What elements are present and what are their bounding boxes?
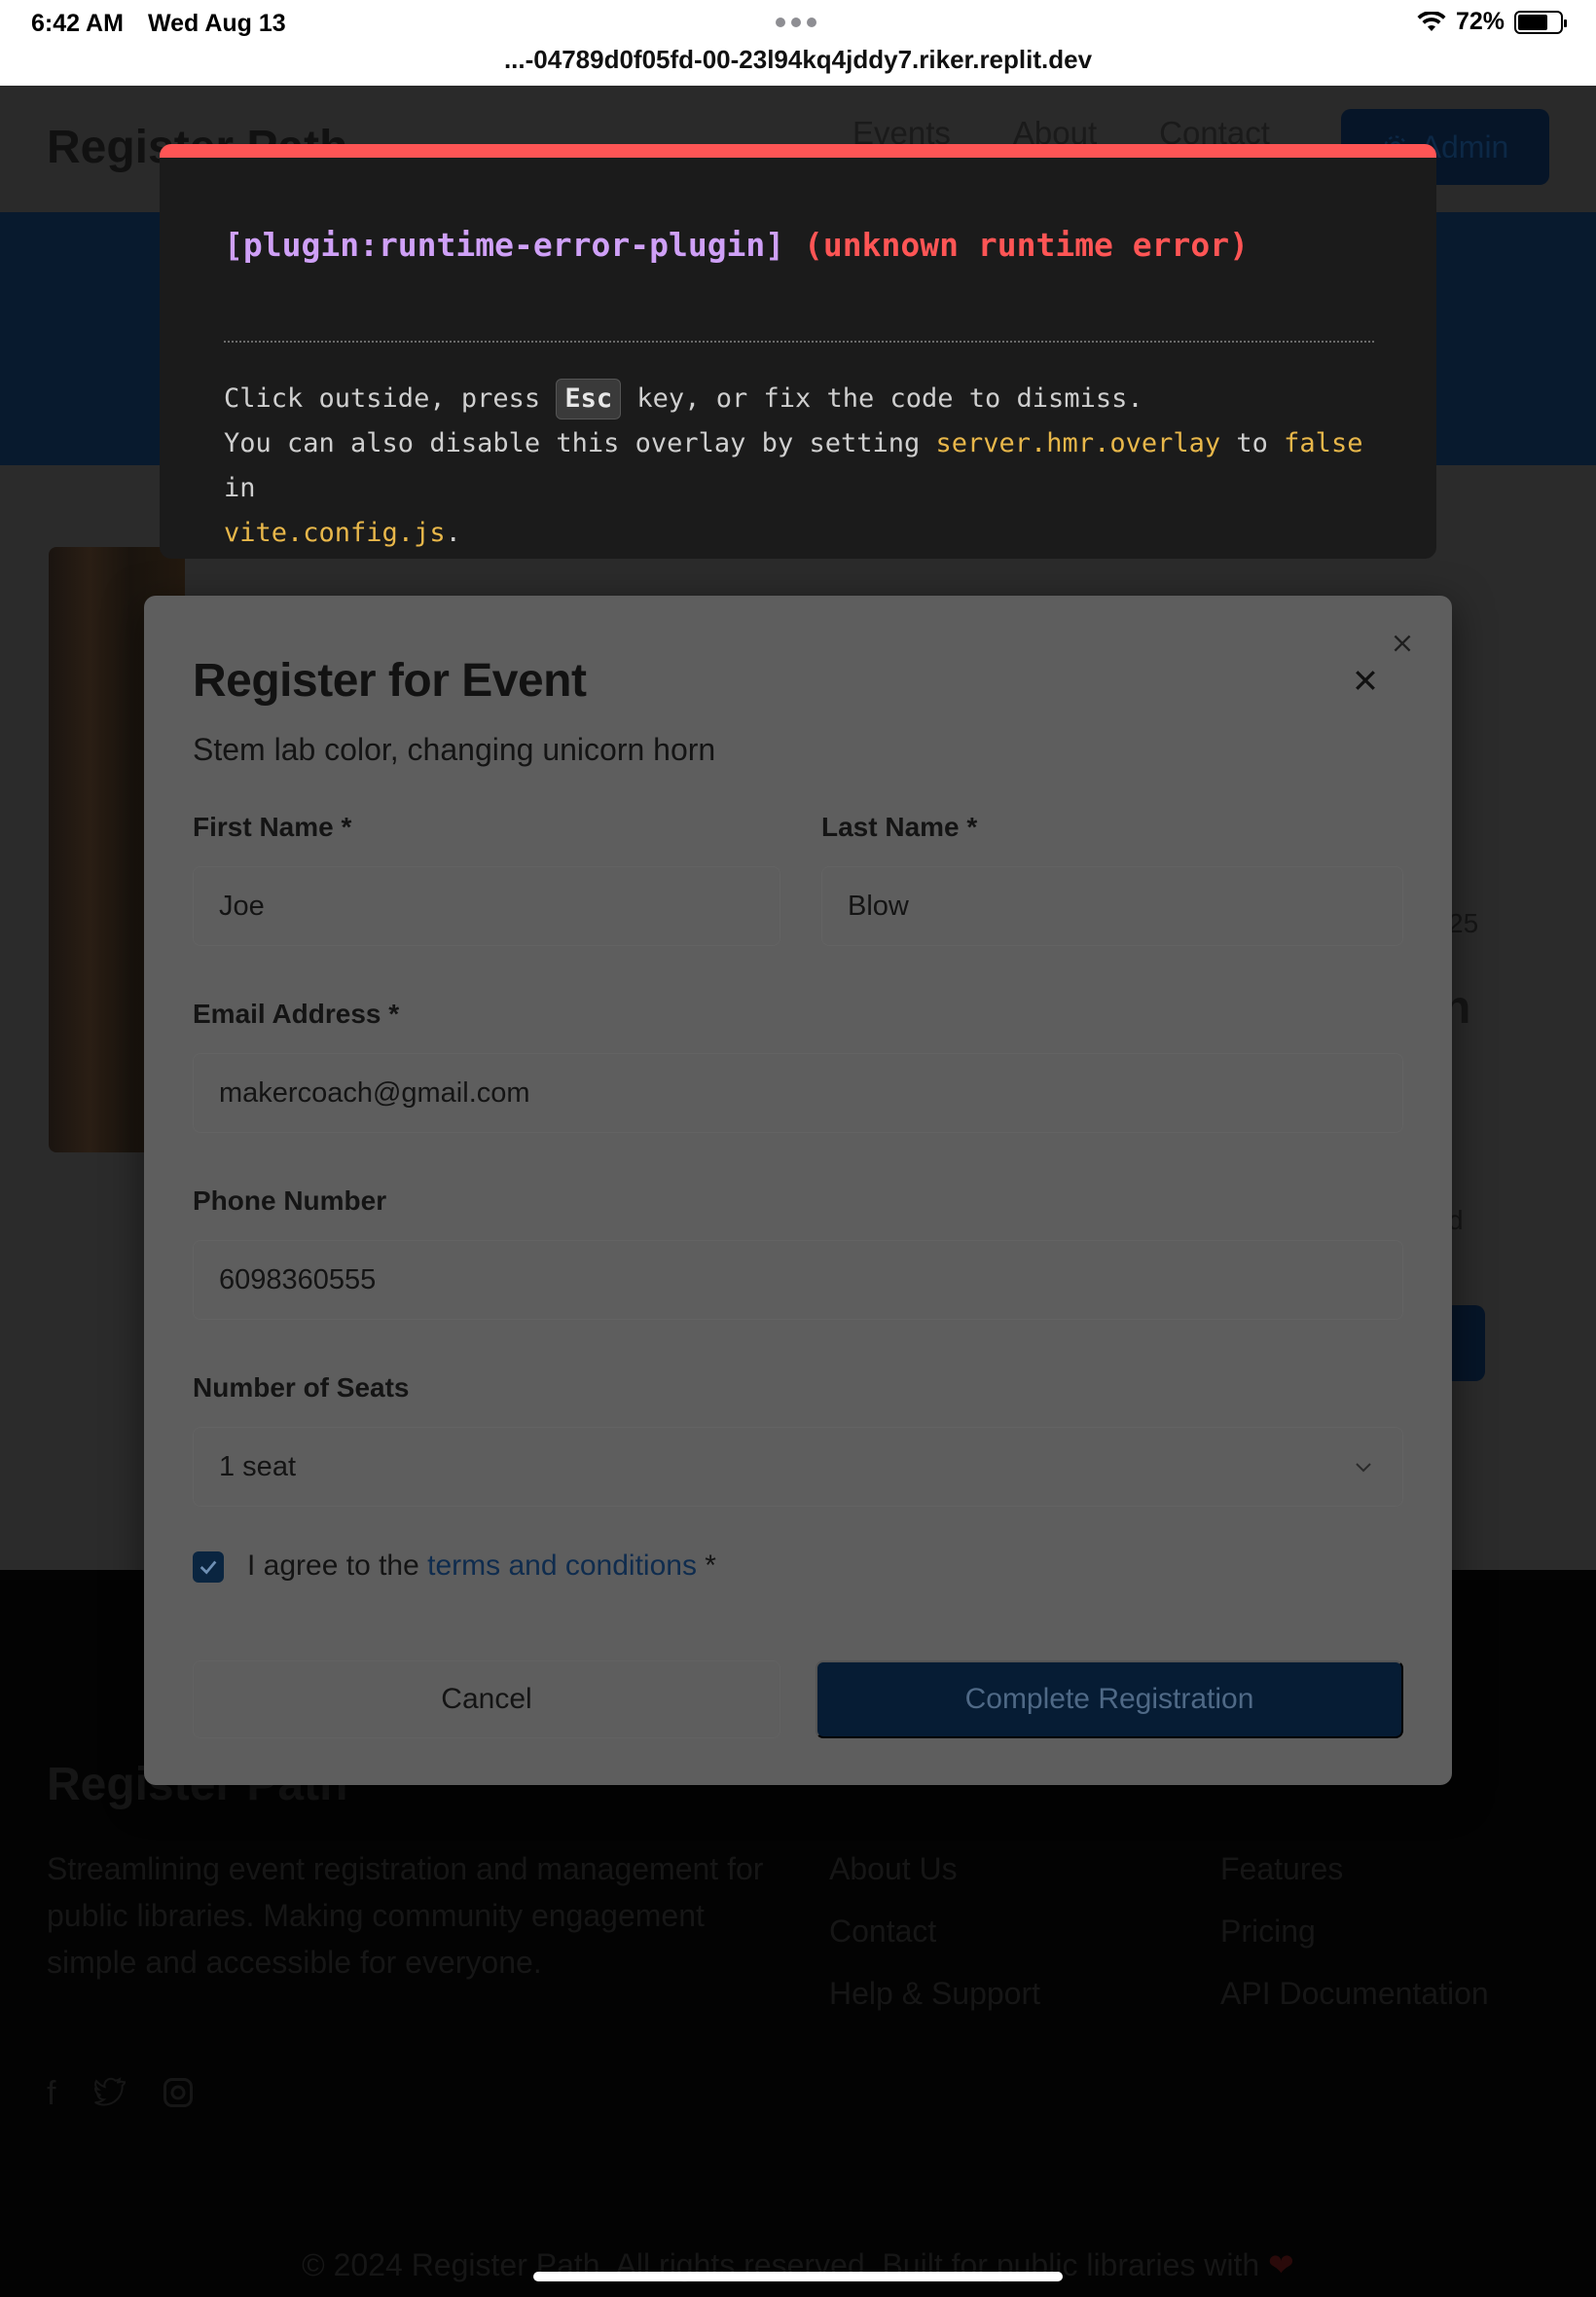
first-name-label: First Name * bbox=[193, 812, 352, 842]
footer-link-pricing[interactable]: Pricing bbox=[1220, 1914, 1489, 1976]
phone-label: Phone Number bbox=[193, 1185, 387, 1216]
event-date: 25 bbox=[1448, 908, 1479, 938]
social-links: f bbox=[47, 2075, 196, 2113]
status-date: Wed Aug 13 bbox=[148, 10, 286, 37]
code-server-hmr-overlay: server.hmr.overlay bbox=[935, 428, 1221, 458]
seats-select[interactable]: 1 seat bbox=[193, 1427, 1403, 1507]
code-vite-config: vite.config.js bbox=[224, 518, 446, 548]
footer-link-about[interactable]: About Us bbox=[829, 1851, 1040, 1914]
complete-registration-button[interactable]: Complete Registration bbox=[816, 1660, 1403, 1738]
cancel-button[interactable]: Cancel bbox=[193, 1660, 780, 1738]
tip-text: . bbox=[445, 518, 461, 548]
tip-text: in bbox=[224, 473, 256, 503]
footer-link-contact[interactable]: Contact bbox=[829, 1914, 1040, 1976]
code-false: false bbox=[1284, 428, 1363, 458]
close-icon[interactable] bbox=[1390, 631, 1415, 656]
modal-title: Register for Event bbox=[193, 655, 587, 707]
footer-link-features[interactable]: Features bbox=[1220, 1851, 1489, 1914]
check-icon bbox=[200, 1560, 217, 1575]
status-right: 72% bbox=[1417, 8, 1567, 36]
multitask-dots-icon[interactable] bbox=[776, 18, 816, 27]
error-tip: Click outside, press Esc key, or fix the… bbox=[224, 377, 1382, 556]
error-divider bbox=[224, 341, 1374, 343]
battery-icon bbox=[1514, 10, 1567, 34]
first-name-field[interactable]: Joe bbox=[193, 866, 780, 946]
battery-percent: 72% bbox=[1455, 8, 1505, 35]
seats-value: 1 seat bbox=[219, 1450, 296, 1482]
email-field[interactable]: makercoach@gmail.com bbox=[193, 1053, 1403, 1133]
tip-text: You can also disable this overlay by set… bbox=[224, 428, 921, 458]
error-message: (unknown runtime error) bbox=[804, 226, 1250, 264]
email-label: Email Address * bbox=[193, 999, 400, 1029]
ios-status-bar: 6:42 AM Wed Aug 13 72% ...-04789d0f05fd-… bbox=[0, 0, 1596, 86]
required-asterisk: * bbox=[696, 1550, 716, 1582]
footer-link-help[interactable]: Help & Support bbox=[829, 1976, 1040, 2038]
facebook-icon[interactable]: f bbox=[47, 2075, 55, 2113]
instagram-icon[interactable] bbox=[161, 2075, 196, 2110]
tip-text: key, or fix the code to dismiss. bbox=[636, 383, 1143, 414]
phone-field[interactable]: 6098360555 bbox=[193, 1240, 1403, 1320]
terms-link[interactable]: terms and conditions bbox=[427, 1550, 697, 1582]
error-plugin: [plugin:runtime-error-plugin] bbox=[224, 226, 785, 264]
chevron-down-icon bbox=[1356, 1463, 1371, 1473]
modal-close-icon[interactable] bbox=[1351, 666, 1380, 695]
wifi-icon bbox=[1417, 11, 1446, 31]
status-time: 6:42 AM bbox=[31, 10, 124, 37]
last-name-label: Last Name * bbox=[821, 812, 978, 842]
event-name: Stem lab color, changing unicorn horn bbox=[193, 732, 716, 767]
runtime-error-overlay[interactable]: [plugin:runtime-error-plugin] (unknown r… bbox=[160, 144, 1436, 559]
terms-prefix: I agree to the bbox=[247, 1550, 428, 1582]
last-name-field[interactable]: Blow bbox=[821, 866, 1403, 946]
register-modal: Register for Event Stem lab color, chang… bbox=[144, 596, 1452, 1785]
url-bar[interactable]: ...-04789d0f05fd-00-23l94kq4jddy7.riker.… bbox=[0, 45, 1596, 75]
tip-text: to bbox=[1236, 428, 1268, 458]
seats-label: Number of Seats bbox=[193, 1372, 410, 1403]
esc-key: Esc bbox=[556, 379, 622, 419]
footer-link-api-docs[interactable]: API Documentation bbox=[1220, 1976, 1489, 2038]
terms-checkbox[interactable] bbox=[193, 1551, 224, 1583]
home-indicator[interactable] bbox=[533, 2272, 1063, 2281]
tip-text: Click outside, press bbox=[224, 383, 541, 414]
footer-description: Streamlining event registration and mana… bbox=[47, 1851, 764, 1980]
twitter-icon[interactable] bbox=[91, 2075, 127, 2106]
heart-icon: ❤ bbox=[1268, 2247, 1294, 2282]
terms-label: I agree to the terms and conditions * bbox=[247, 1550, 716, 1583]
error-title: [plugin:runtime-error-plugin] (unknown r… bbox=[224, 226, 1249, 264]
